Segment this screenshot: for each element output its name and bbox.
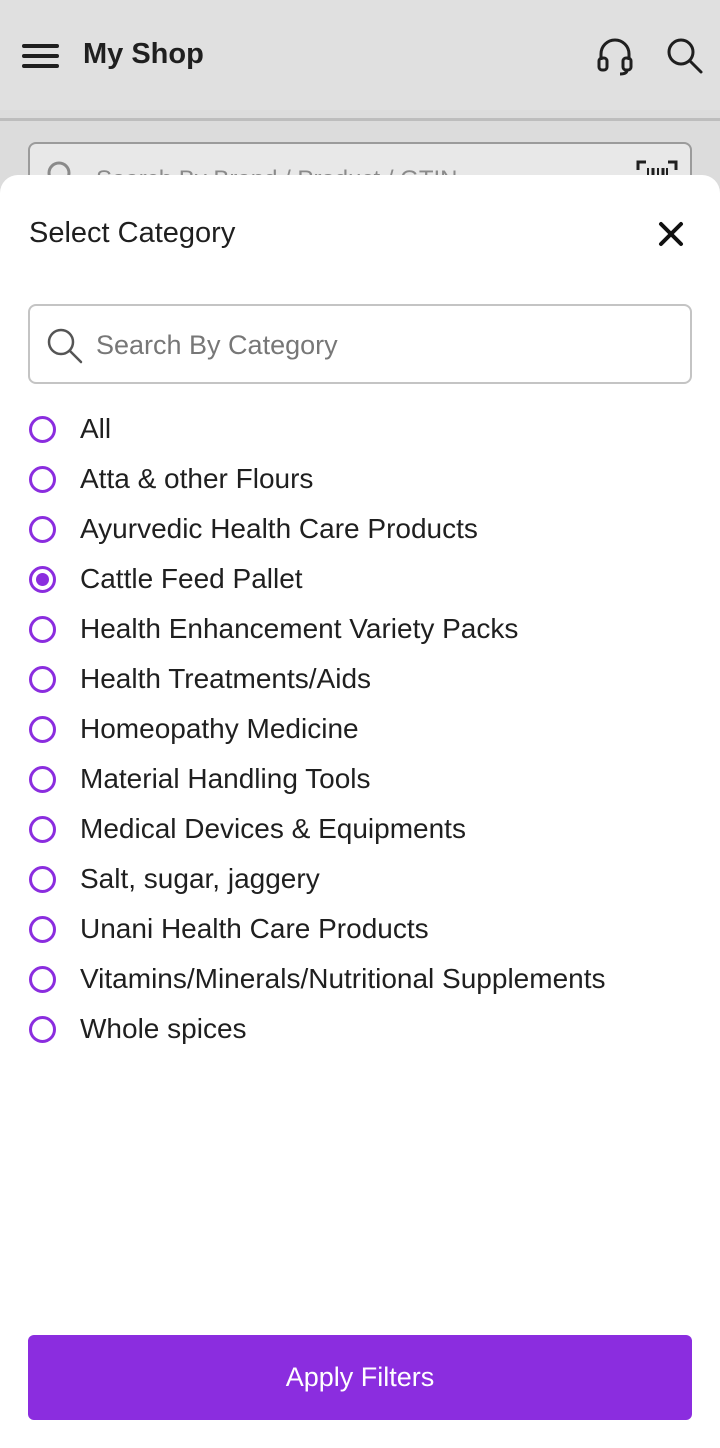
radio-unselected-icon[interactable]	[29, 616, 56, 643]
category-option-label: Material Handling Tools	[80, 763, 371, 794]
radio-unselected-icon[interactable]	[29, 916, 56, 943]
category-option[interactable]: Atta & other Flours	[0, 454, 720, 504]
category-option-label: All	[80, 413, 112, 444]
radio-unselected-icon[interactable]	[29, 716, 56, 743]
category-option[interactable]: Material Handling Tools	[0, 754, 720, 804]
appbar-divider	[0, 118, 720, 121]
category-search-field[interactable]	[28, 304, 692, 384]
category-option[interactable]: Ayurvedic Health Care Products	[0, 504, 720, 554]
category-option[interactable]: Health Treatments/Aids	[0, 654, 720, 704]
radio-unselected-icon[interactable]	[29, 466, 56, 493]
category-bottom-sheet: Select Category All Atta & other Flours Ay…	[0, 175, 720, 1448]
category-options-list: All Atta & other Flours Ayurvedic Health C…	[0, 404, 720, 1054]
category-option-label: Health Treatments/Aids	[80, 663, 372, 694]
sheet-title: Select Category	[29, 217, 236, 249]
radio-unselected-icon[interactable]	[29, 816, 56, 843]
radio-unselected-icon[interactable]	[29, 766, 56, 793]
category-option[interactable]: Cattle Feed Pallet	[0, 554, 720, 604]
category-option-label: Unani Health Care Products	[80, 913, 429, 944]
close-icon[interactable]	[655, 218, 687, 250]
category-option-label: Medical Devices & Equipments	[80, 813, 466, 844]
category-option-label: Whole spices	[80, 1013, 247, 1044]
category-option-label: Salt, sugar, jaggery	[80, 863, 320, 894]
app-title: My Shop	[83, 38, 204, 70]
radio-selected-icon[interactable]	[29, 566, 56, 593]
headset-icon[interactable]	[596, 36, 634, 76]
search-icon	[46, 327, 84, 365]
app-bar: My Shop	[0, 0, 720, 110]
category-option-label: Ayurvedic Health Care Products	[80, 513, 478, 544]
hamburger-menu-icon[interactable]	[22, 41, 60, 71]
radio-unselected-icon[interactable]	[29, 666, 56, 693]
category-option-label: Health Enhancement Variety Packs	[80, 613, 519, 644]
category-option[interactable]: Whole spices	[0, 1004, 720, 1054]
radio-unselected-icon[interactable]	[29, 966, 56, 993]
category-option[interactable]: Unani Health Care Products	[0, 904, 720, 954]
category-option[interactable]: Salt, sugar, jaggery	[0, 854, 720, 904]
search-icon[interactable]	[666, 37, 704, 75]
category-option[interactable]: Homeopathy Medicine	[0, 704, 720, 754]
category-option[interactable]: All	[0, 404, 720, 454]
category-option-label: Homeopathy Medicine	[80, 713, 359, 744]
radio-unselected-icon[interactable]	[29, 416, 56, 443]
apply-filters-button[interactable]: Apply Filters	[28, 1335, 692, 1420]
category-option-label: Atta & other Flours	[80, 463, 314, 494]
radio-unselected-icon[interactable]	[29, 866, 56, 893]
category-option-label: Vitamins/Minerals/Nutritional Supplement…	[80, 963, 606, 994]
radio-unselected-icon[interactable]	[29, 516, 56, 543]
category-search-input[interactable]	[96, 322, 676, 368]
category-option[interactable]: Vitamins/Minerals/Nutritional Supplement…	[0, 954, 720, 1004]
radio-unselected-icon[interactable]	[29, 1016, 56, 1043]
category-option[interactable]: Health Enhancement Variety Packs	[0, 604, 720, 654]
category-option-label: Cattle Feed Pallet	[80, 563, 303, 594]
category-option[interactable]: Medical Devices & Equipments	[0, 804, 720, 854]
